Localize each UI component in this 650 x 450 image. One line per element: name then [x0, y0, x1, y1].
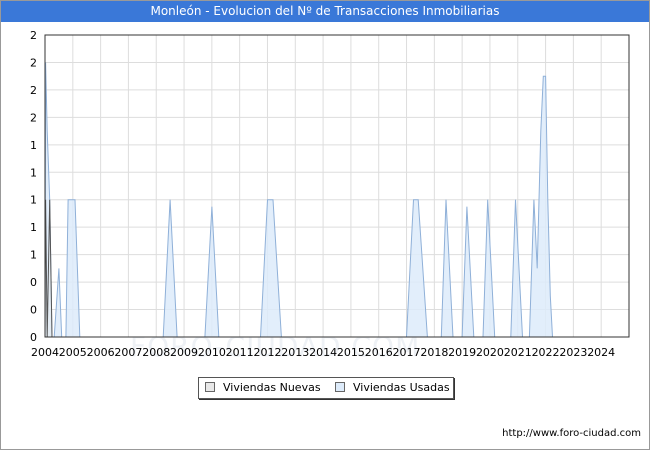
legend-swatch-nuevas: [205, 382, 215, 392]
y-tick-label: 1: [30, 166, 37, 179]
legend-item-usadas: Viviendas Usadas: [335, 381, 450, 395]
x-tick-label: 2023: [559, 346, 587, 359]
x-tick-label: 2010: [198, 346, 226, 359]
y-tick-label: 1: [30, 221, 37, 234]
x-tick-labels: 2004 2005 2006 2007 2008 2009 2010 2011 2012 2013…: [31, 346, 615, 359]
x-tick-label: 2014: [309, 346, 337, 359]
x-tick-label: 2022: [532, 346, 560, 359]
x-tick-label: 2019: [448, 346, 476, 359]
y-tick-label: 2: [30, 111, 37, 124]
y-tick-label: 2: [30, 56, 37, 69]
x-tick-label: 2007: [114, 346, 142, 359]
x-tick-label: 2020: [476, 346, 504, 359]
y-tick-label: 1: [30, 249, 37, 262]
y-tick-label: 2: [30, 84, 37, 97]
x-tick-label: 2018: [420, 346, 448, 359]
y-tick-label: 1: [30, 194, 37, 207]
x-tick-label: 2013: [281, 346, 309, 359]
legend-swatch-usadas: [335, 382, 345, 392]
x-tick-label: 2017: [393, 346, 421, 359]
y-tick-label: 2: [30, 29, 37, 42]
y-tick-label: 0: [30, 304, 37, 317]
x-tick-label: 2015: [337, 346, 365, 359]
x-tick-label: 2021: [504, 346, 532, 359]
legend-label-nuevas: Viviendas Nuevas: [223, 381, 321, 394]
x-tick-label: 2024: [587, 346, 615, 359]
x-tick-label: 2012: [253, 346, 281, 359]
y-tick-label: 0: [30, 276, 37, 289]
x-tick-label: 2009: [170, 346, 198, 359]
x-tick-label: 2008: [142, 346, 170, 359]
footer-url: http://www.foro-ciudad.com: [502, 428, 641, 439]
x-tick-label: 2005: [59, 346, 87, 359]
x-tick-label: 2006: [87, 346, 115, 359]
legend-label-usadas: Viviendas Usadas: [353, 381, 450, 394]
legend: Viviendas Nuevas Viviendas Usadas: [198, 377, 454, 399]
x-tick-label: 2011: [226, 346, 254, 359]
y-tick-label: 1: [30, 139, 37, 152]
x-tick-label: 2004: [31, 346, 59, 359]
y-tick-label: 0: [30, 331, 37, 344]
y-tick-labels: 0 0 0 1 1 1 1 1 2 2 2 2: [30, 29, 37, 344]
x-tick-label: 2016: [365, 346, 393, 359]
legend-item-nuevas: Viviendas Nuevas: [205, 381, 321, 395]
